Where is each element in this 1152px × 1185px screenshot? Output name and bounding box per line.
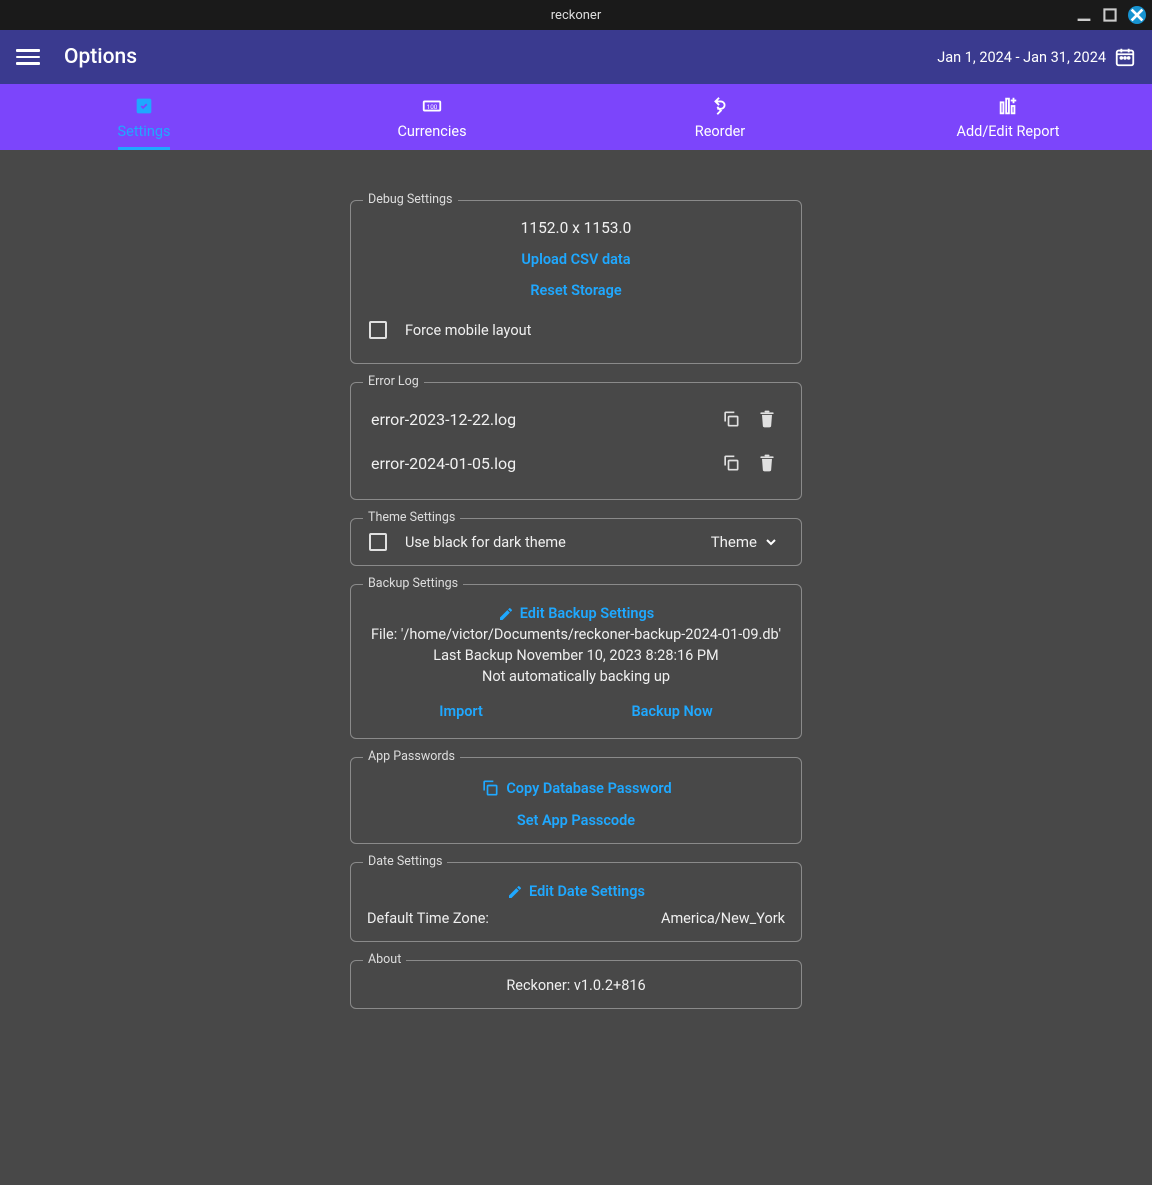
backup-last-line: Last Backup November 10, 2023 8:28:16 PM — [365, 647, 787, 664]
page-title: Options — [64, 45, 137, 69]
error-log-section: Error Log error-2023-12-22.log error-202… — [350, 382, 802, 500]
backup-settings-section: Backup Settings Edit Backup Settings Fil… — [350, 584, 802, 739]
import-button[interactable]: Import — [439, 703, 483, 720]
app-passwords-section: App Passwords Copy Database Password Set… — [350, 757, 802, 844]
error-log-row: error-2023-12-22.log — [365, 397, 787, 441]
force-mobile-label: Force mobile layout — [405, 322, 531, 339]
window-title: reckoner — [0, 8, 1152, 23]
about-section: About Reckoner: v1.0.2+816 — [350, 960, 802, 1009]
section-legend: Debug Settings — [363, 192, 458, 207]
error-log-filename: error-2023-12-22.log — [371, 410, 709, 429]
add-report-tab-icon — [997, 95, 1019, 117]
window-controls — [1076, 6, 1146, 24]
date-settings-section: Date Settings Edit Date Settings Default… — [350, 862, 802, 942]
tab-label: Settings — [118, 123, 171, 140]
upload-csv-button[interactable]: Upload CSV data — [521, 251, 630, 268]
reset-storage-button[interactable]: Reset Storage — [530, 282, 621, 299]
theme-dropdown[interactable]: Theme — [711, 533, 787, 551]
error-log-row: error-2024-01-05.log — [365, 441, 787, 485]
use-black-checkbox[interactable] — [369, 533, 387, 551]
backup-auto-line: Not automatically backing up — [365, 668, 787, 685]
pencil-icon — [498, 606, 514, 622]
section-legend: Date Settings — [363, 854, 447, 869]
chevron-down-icon — [763, 534, 779, 550]
trash-icon[interactable] — [753, 405, 781, 433]
tab-bar: Settings 100 Currencies Reorder Add/Edit… — [0, 84, 1152, 150]
date-range-label[interactable]: Jan 1, 2024 - Jan 31, 2024 — [937, 49, 1106, 66]
tab-reorder[interactable]: Reorder — [576, 84, 864, 150]
theme-settings-section: Theme Settings Use black for dark theme … — [350, 518, 802, 566]
timezone-value: America/New_York — [661, 910, 785, 927]
section-legend: App Passwords — [363, 749, 460, 764]
section-legend: Error Log — [363, 374, 424, 389]
currencies-tab-icon: 100 — [421, 95, 443, 117]
calendar-icon[interactable] — [1114, 46, 1136, 68]
main-content: Debug Settings 1152.0 x 1153.0 Upload CS… — [0, 150, 1152, 1185]
tab-label: Currencies — [397, 123, 466, 140]
section-legend: Backup Settings — [363, 576, 463, 591]
debug-settings-section: Debug Settings 1152.0 x 1153.0 Upload CS… — [350, 200, 802, 364]
copy-db-password-button[interactable]: Copy Database Password — [480, 778, 671, 798]
titlebar: reckoner — [0, 0, 1152, 30]
use-black-label: Use black for dark theme — [405, 534, 566, 551]
copy-icon[interactable] — [717, 449, 745, 477]
close-button[interactable] — [1128, 6, 1146, 24]
version-text: Reckoner: v1.0.2+816 — [365, 977, 787, 994]
edit-date-button[interactable]: Edit Date Settings — [507, 883, 645, 900]
theme-dropdown-label: Theme — [711, 533, 757, 551]
error-log-filename: error-2024-01-05.log — [371, 454, 709, 473]
reorder-tab-icon — [709, 95, 731, 117]
tab-label: Reorder — [695, 123, 745, 140]
settings-tab-icon — [133, 95, 155, 117]
set-passcode-button[interactable]: Set App Passcode — [517, 812, 635, 829]
maximize-button[interactable] — [1102, 7, 1118, 23]
menu-button[interactable] — [16, 45, 40, 69]
backup-file-line: File: '/home/victor/Documents/reckoner-b… — [365, 626, 787, 643]
svg-text:100: 100 — [427, 102, 438, 110]
timezone-label: Default Time Zone: — [367, 910, 489, 927]
tab-settings[interactable]: Settings — [0, 84, 288, 150]
backup-now-button[interactable]: Backup Now — [631, 703, 712, 720]
section-legend: About — [363, 952, 406, 967]
pencil-icon — [507, 884, 523, 900]
minimize-button[interactable] — [1076, 7, 1092, 23]
edit-backup-button[interactable]: Edit Backup Settings — [498, 605, 654, 622]
dimensions-text: 1152.0 x 1153.0 — [365, 219, 787, 237]
tab-label: Add/Edit Report — [957, 123, 1060, 140]
trash-icon[interactable] — [753, 449, 781, 477]
tab-currencies[interactable]: 100 Currencies — [288, 84, 576, 150]
app-header: Options Jan 1, 2024 - Jan 31, 2024 — [0, 30, 1152, 84]
force-mobile-checkbox[interactable] — [369, 321, 387, 339]
section-legend: Theme Settings — [363, 510, 460, 525]
tab-add-edit-report[interactable]: Add/Edit Report — [864, 84, 1152, 150]
copy-icon[interactable] — [717, 405, 745, 433]
copy-icon — [480, 778, 500, 798]
